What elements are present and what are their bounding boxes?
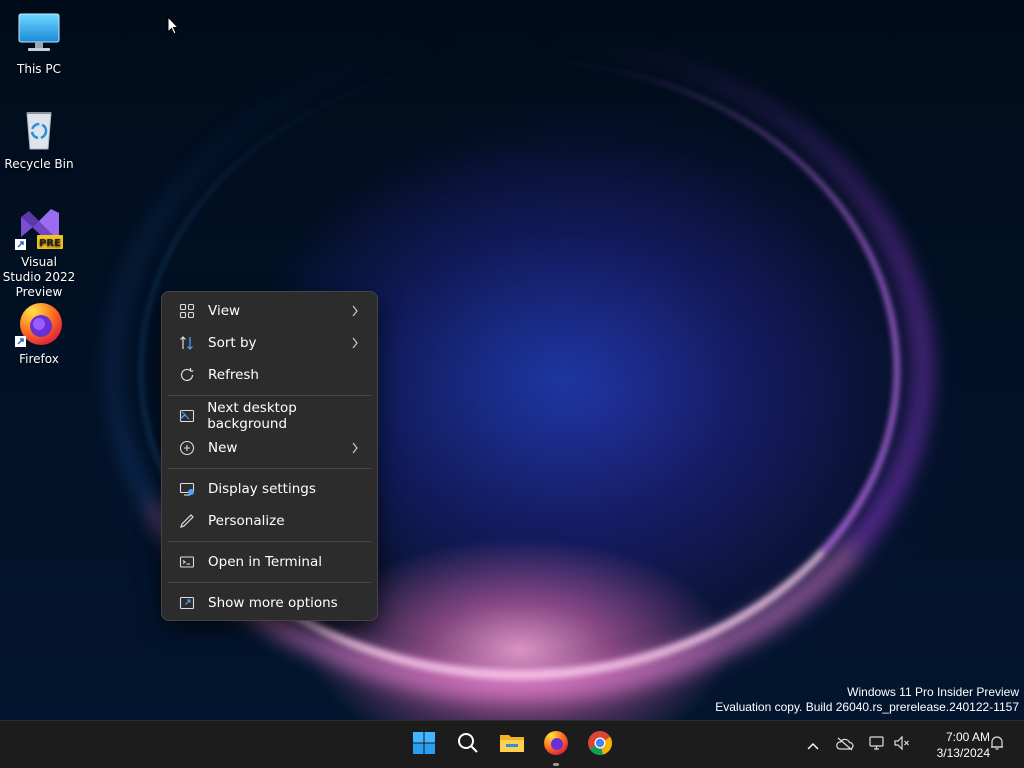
menu-item-next-desktop-background[interactable]: Next desktop background — [166, 400, 373, 432]
taskbar-chrome-button[interactable] — [584, 729, 616, 761]
file-explorer-button[interactable] — [496, 729, 528, 761]
menu-item-view[interactable]: View — [166, 295, 373, 327]
taskbar-firefox-button[interactable] — [540, 729, 572, 766]
bell-icon — [989, 735, 1005, 755]
menu-item-label: Display settings — [208, 481, 316, 497]
watermark-edition: Windows 11 Pro Insider Preview — [847, 685, 1019, 699]
menu-item-show-more-options[interactable]: Show more options — [166, 587, 373, 619]
chevron-right-icon — [351, 441, 359, 459]
pre-badge: PRE — [39, 238, 61, 249]
menu-item-label: Next desktop background — [207, 400, 297, 432]
taskbar: 7:00 AM 3/13/2024 — [0, 720, 1024, 768]
firefox-icon — [15, 300, 63, 348]
clock-time: 7:00 AM — [945, 730, 990, 744]
desktop-icon-label: Firefox — [19, 352, 59, 366]
menu-item-label: Open in Terminal — [208, 554, 322, 570]
display-settings-icon — [178, 480, 196, 498]
onedrive-button[interactable] — [835, 735, 855, 755]
menu-item-label: New — [208, 440, 238, 456]
menu-item-label: Refresh — [208, 367, 259, 383]
menu-item-refresh[interactable]: Refresh — [166, 359, 373, 391]
menu-item-label: Sort by — [208, 335, 257, 351]
mouse-cursor-icon — [167, 15, 180, 39]
volume-button[interactable] — [892, 735, 912, 755]
menu-item-personalize[interactable]: Personalize — [166, 505, 373, 537]
desktop-icon-firefox[interactable]: Firefox — [1, 300, 77, 367]
chevron-right-icon — [351, 304, 359, 322]
start-button[interactable] — [408, 729, 440, 761]
menu-item-open-in-terminal[interactable]: Open in Terminal — [166, 546, 373, 578]
menu-item-display-settings[interactable]: Display settings — [166, 473, 373, 505]
running-indicator — [553, 763, 559, 766]
menu-item-label: Personalize — [208, 513, 285, 529]
next-background-icon — [178, 407, 195, 425]
network-icon — [868, 735, 886, 755]
desktop-context-menu: View Sort by Refresh Next desktop backgr… — [161, 291, 378, 621]
desktop-icon-label: Visual Studio 2022 Preview — [2, 255, 76, 299]
file-explorer-icon — [499, 731, 525, 759]
system-clock[interactable]: 7:00 AM 3/13/2024 — [918, 729, 990, 761]
network-button[interactable] — [867, 735, 887, 755]
search-button[interactable] — [452, 729, 484, 761]
show-more-icon — [178, 594, 196, 612]
clock-date: 3/13/2024 — [936, 746, 990, 760]
pen-icon — [178, 512, 196, 530]
notification-center-button[interactable] — [987, 735, 1007, 755]
volume-muted-icon — [893, 735, 911, 755]
menu-item-label: Show more options — [208, 595, 338, 611]
sort-icon — [178, 334, 196, 352]
chevron-up-icon — [806, 736, 820, 755]
menu-item-sort-by[interactable]: Sort by — [166, 327, 373, 359]
terminal-icon — [178, 553, 196, 571]
watermark-build: Evaluation copy. Build 26040.rs_prerelea… — [715, 700, 1019, 714]
menu-separator — [168, 582, 371, 583]
visual-studio-preview-icon: PRE — [15, 203, 63, 251]
chevron-right-icon — [351, 336, 359, 354]
desktop-icon-label: Recycle Bin — [4, 157, 74, 171]
show-hidden-icons-button[interactable] — [803, 735, 823, 755]
recycle-bin-icon — [15, 105, 63, 153]
chrome-icon — [587, 730, 613, 760]
desktop-icon-recycle-bin[interactable]: Recycle Bin — [1, 105, 77, 172]
search-icon — [456, 731, 480, 759]
evaluation-watermark: Windows 11 Pro Insider Preview Evaluatio… — [715, 685, 1019, 715]
view-grid-icon — [178, 302, 196, 320]
desktop-icon-this-pc[interactable]: This PC — [1, 10, 77, 77]
new-plus-icon — [178, 439, 196, 457]
onedrive-offline-icon — [836, 736, 854, 755]
menu-separator — [168, 395, 371, 396]
menu-item-new[interactable]: New — [166, 432, 373, 464]
firefox-icon — [543, 730, 569, 760]
desktop-icon-visual-studio[interactable]: PRE Visual Studio 2022 Preview — [1, 203, 77, 300]
start-icon — [412, 731, 436, 759]
monitor-icon — [15, 10, 63, 58]
menu-separator — [168, 468, 371, 469]
refresh-icon — [178, 366, 196, 384]
desktop-background[interactable]: This PC Recycle Bin PRE Visual Studio 20… — [0, 0, 1024, 720]
desktop-icon-label: This PC — [17, 62, 61, 76]
menu-item-label: View — [208, 303, 241, 319]
menu-separator — [168, 541, 371, 542]
